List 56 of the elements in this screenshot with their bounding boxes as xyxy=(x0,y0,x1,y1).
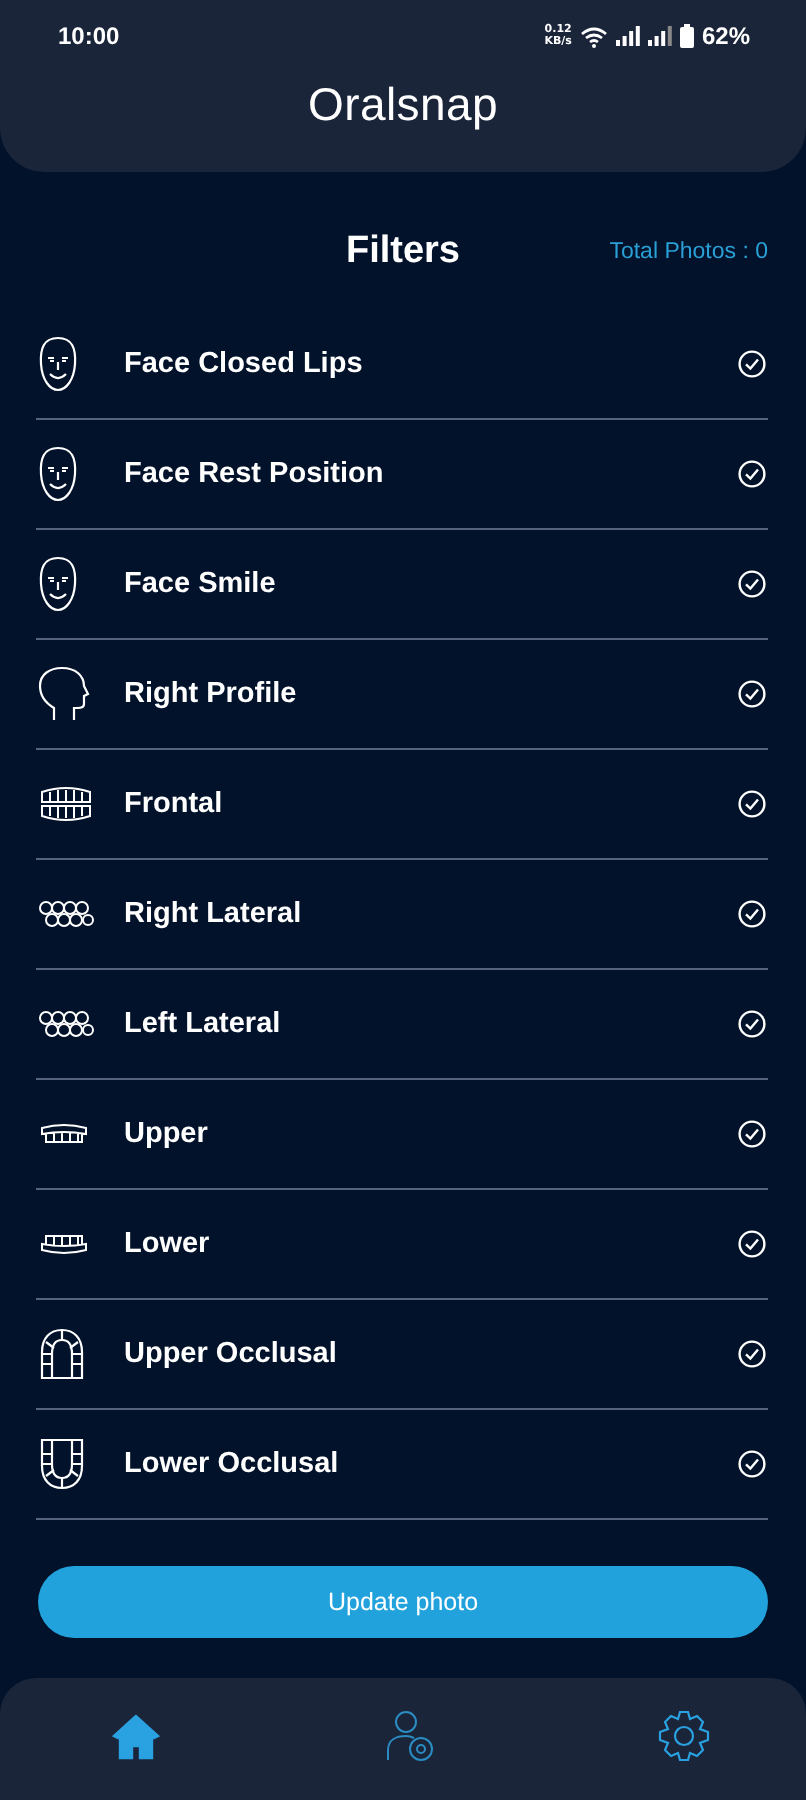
filter-label: Frontal xyxy=(124,788,225,820)
signal-icon xyxy=(615,26,640,46)
checked-circle-icon[interactable] xyxy=(738,1010,766,1038)
filter-item[interactable]: Lower xyxy=(36,1190,768,1300)
dental-arch-icon xyxy=(38,1438,86,1490)
filter-label: Upper xyxy=(124,1118,210,1150)
filter-label: Upper Occlusal xyxy=(124,1338,339,1370)
checked-circle-icon[interactable] xyxy=(738,680,766,708)
filter-item[interactable]: Right Lateral xyxy=(36,860,768,970)
filter-label: Lower xyxy=(124,1228,212,1260)
filter-item[interactable]: Left Lateral xyxy=(36,970,768,1080)
settings-icon[interactable] xyxy=(658,1709,710,1761)
filter-item[interactable]: Face Closed Lips xyxy=(36,310,768,420)
battery-icon xyxy=(679,24,694,48)
checked-circle-icon[interactable] xyxy=(738,350,766,378)
filter-label: Lower Occlusal xyxy=(124,1448,341,1480)
app-logo: Oralsnap xyxy=(308,78,498,132)
filter-item[interactable]: Right Profile xyxy=(36,640,768,750)
face-icon xyxy=(38,446,78,502)
page-title: Filters xyxy=(345,230,461,274)
status-time: 10:00 xyxy=(58,22,120,50)
checked-circle-icon[interactable] xyxy=(738,570,766,598)
checked-circle-icon[interactable] xyxy=(738,1340,766,1368)
filter-item[interactable]: Face Smile xyxy=(36,530,768,640)
filter-item[interactable]: Lower Occlusal xyxy=(36,1410,768,1520)
head-profile-icon xyxy=(38,666,90,722)
filter-item[interactable]: Upper xyxy=(36,1080,768,1190)
battery-level: 62% xyxy=(701,22,750,50)
filter-item[interactable]: Face Rest Position xyxy=(36,420,768,530)
checked-circle-icon[interactable] xyxy=(738,1230,766,1258)
teeth-icon xyxy=(38,1122,90,1146)
signal-icon xyxy=(647,26,672,46)
checked-circle-icon[interactable] xyxy=(738,1450,766,1478)
wifi-icon xyxy=(579,25,608,47)
checked-circle-icon[interactable] xyxy=(738,900,766,928)
filter-label: Face Rest Position xyxy=(124,458,386,490)
dental-arch-icon xyxy=(38,1328,86,1380)
teeth-icon xyxy=(38,1232,90,1256)
home-icon[interactable] xyxy=(110,1711,162,1759)
filter-label: Right Profile xyxy=(124,678,299,710)
checked-circle-icon[interactable] xyxy=(738,790,766,818)
teeth-icon xyxy=(38,900,94,928)
total-photos-count: Total Photos : 0 xyxy=(609,240,768,264)
user-icon[interactable] xyxy=(386,1709,434,1761)
teeth-icon xyxy=(38,1010,94,1038)
filter-label: Left Lateral xyxy=(124,1008,283,1040)
filter-label: Face Closed Lips xyxy=(124,348,365,380)
teeth-icon xyxy=(38,786,94,822)
face-icon xyxy=(38,556,78,612)
filter-label: Face Smile xyxy=(124,568,278,600)
face-icon xyxy=(38,336,78,392)
checked-circle-icon[interactable] xyxy=(738,1120,766,1148)
filter-label: Right Lateral xyxy=(124,898,304,930)
filter-item[interactable]: Upper Occlusal xyxy=(36,1300,768,1410)
checked-circle-icon[interactable] xyxy=(738,460,766,488)
filter-item[interactable]: Frontal xyxy=(36,750,768,860)
